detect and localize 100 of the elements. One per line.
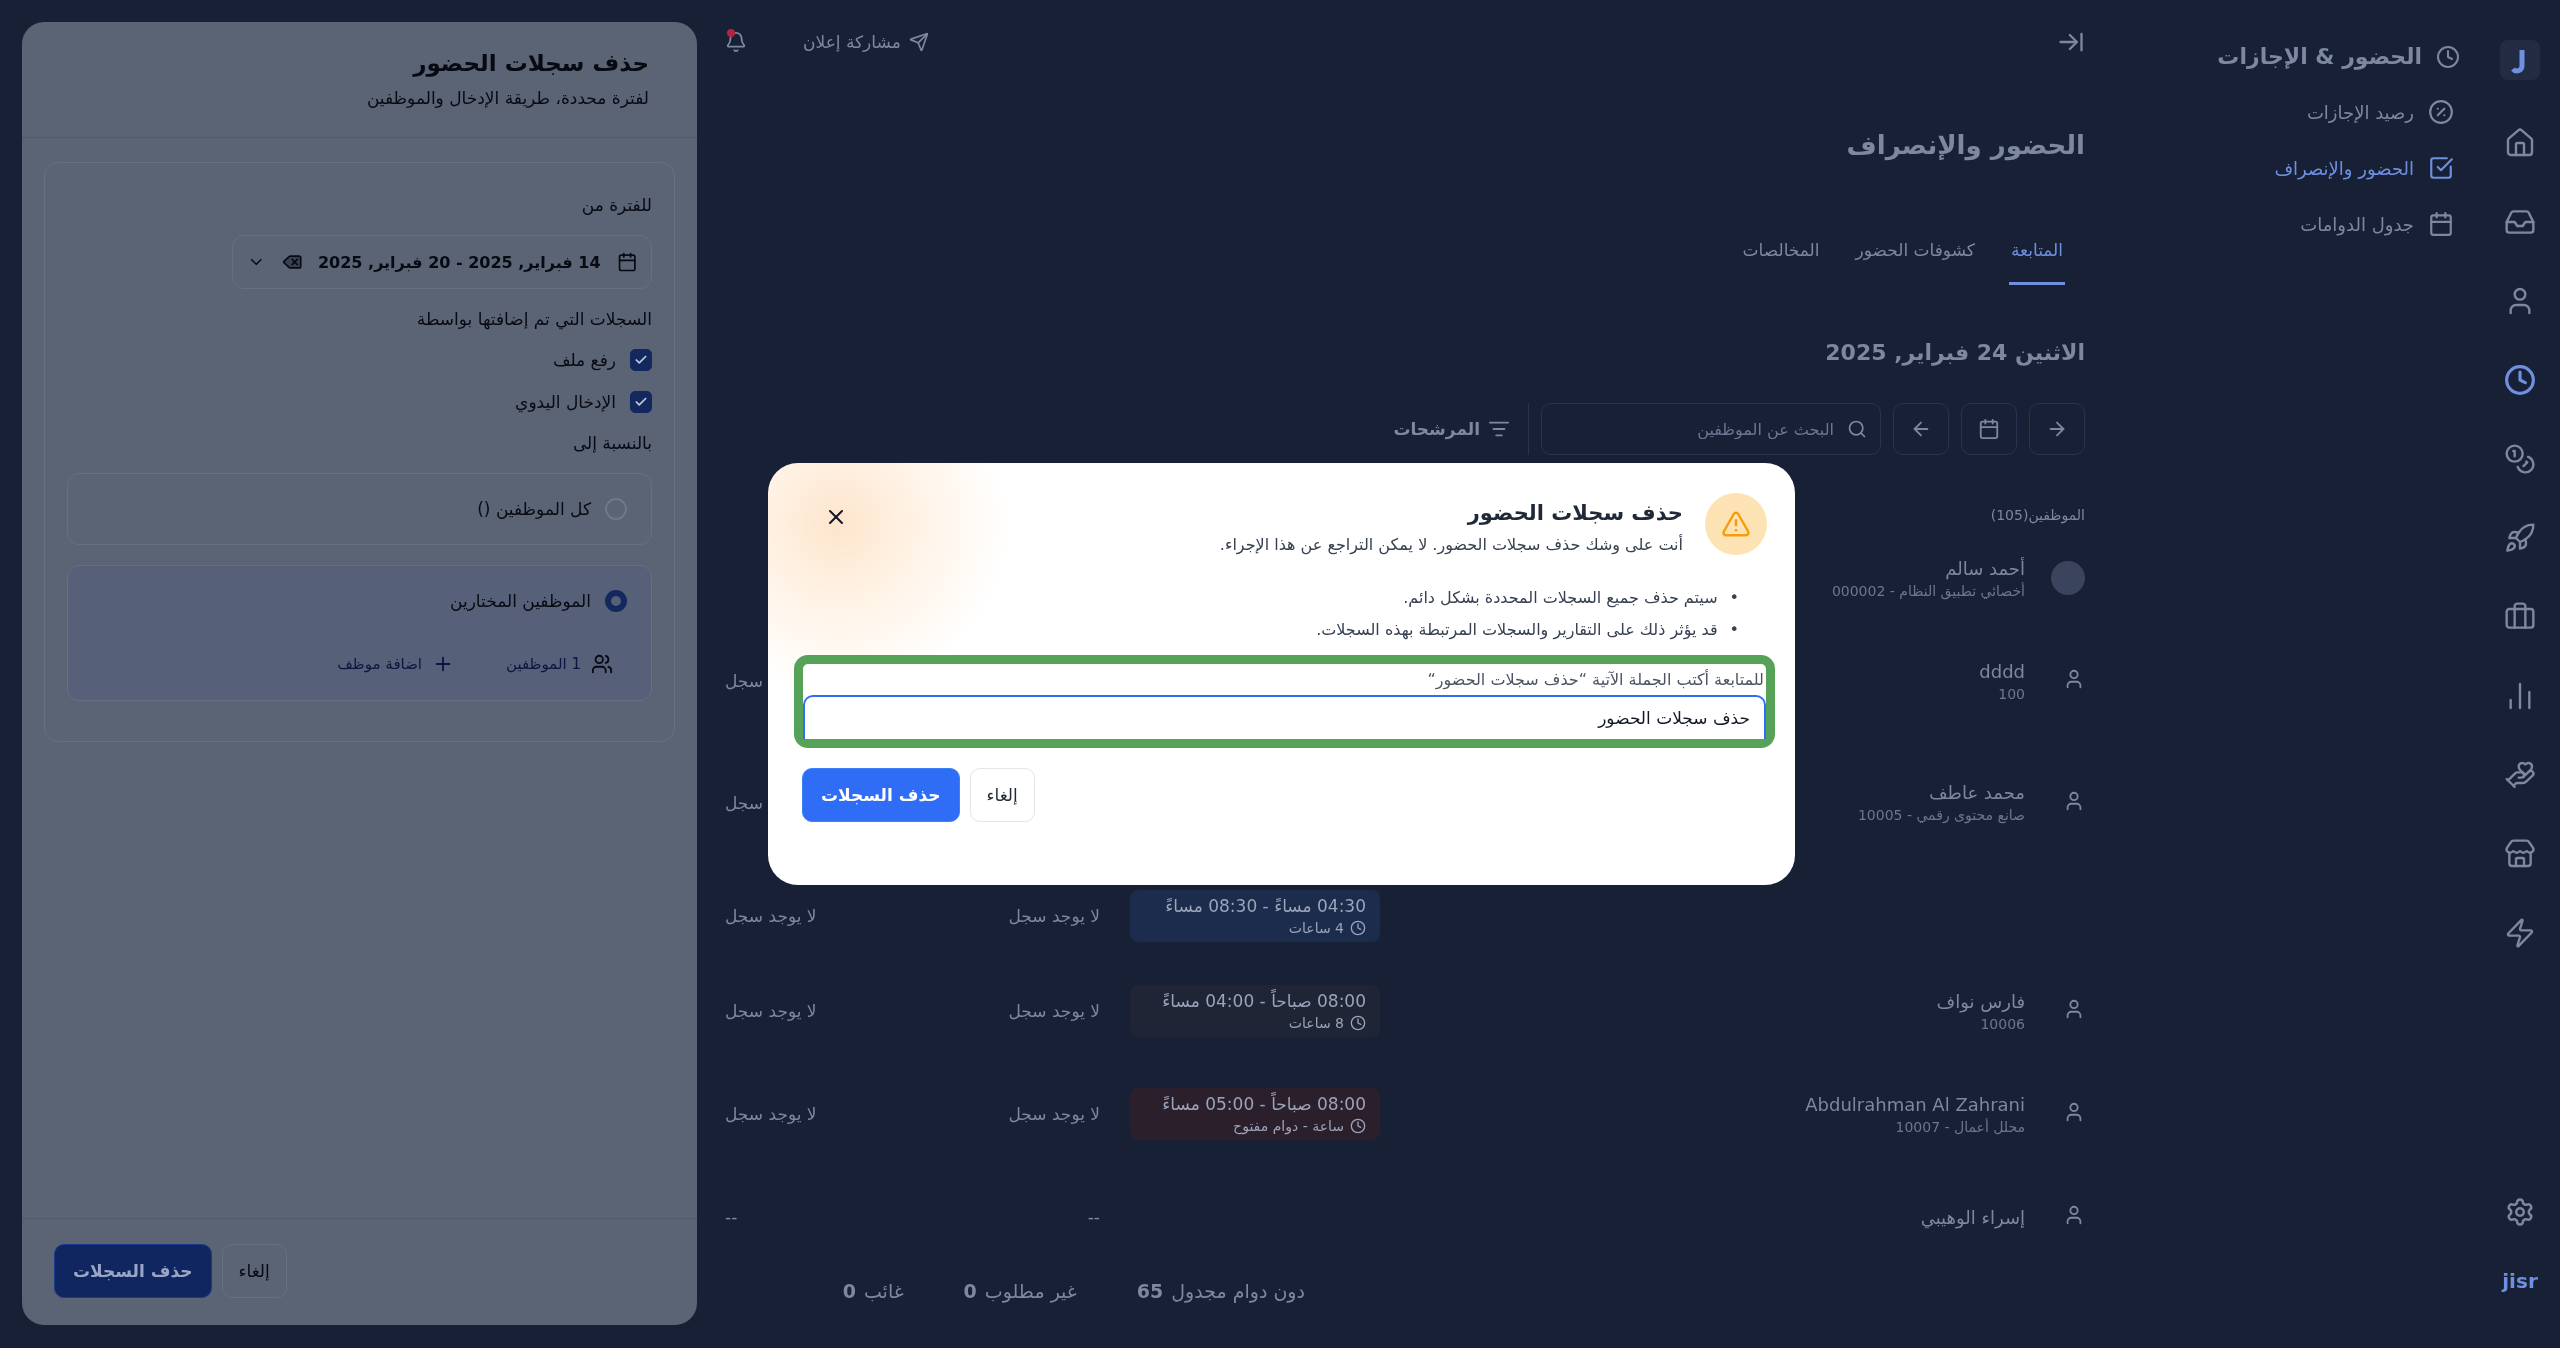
employee-name[interactable]: محمد عاطف [1928,782,2025,803]
employee-name[interactable]: dddd [1979,660,2025,682]
checkbox[interactable] [630,349,652,371]
employee-subtitle: 10006 [1980,1015,2025,1032]
clock-icon[interactable] [2504,364,2536,396]
calendar-icon [616,251,637,273]
users-icon [591,653,613,675]
date-range-field[interactable]: 14 فبراير, 2025 - 20 فبراير, 2025 [232,235,652,289]
check-icon [634,353,648,367]
table-cell: لا يوجد سجل [1008,906,1100,926]
delete-records-button[interactable]: حذف السجلات [54,1244,212,1298]
field-label: بالنسبة إلى [571,433,652,453]
employee-name[interactable]: أحمد سالم [1945,557,2025,579]
percent-icon [2428,99,2454,125]
radio-button[interactable] [605,590,627,612]
warning-triangle-icon [1721,509,1751,539]
calendar-icon [1978,418,2000,440]
table-cell: -- [725,1207,738,1227]
shift-duration: 8 ساعات [1288,1015,1344,1031]
option-label: كل الموظفين () [477,499,591,519]
check-icon [634,395,648,409]
tab[interactable]: المخالصات [1740,232,1822,285]
sidebar-title: الحضور & الإجازات [2217,44,2422,69]
rocket-icon[interactable] [2504,522,2536,554]
warning-item: سيتم حذف جميع السجلات المحددة بشكل دائم. [1403,587,1718,610]
sidebar-item[interactable]: رصيد الإجازات [2140,99,2460,125]
summary-value: 65 [1136,1280,1164,1302]
table-cell: لا يوجد سجل [1008,1001,1100,1021]
tab[interactable]: المتابعة [2008,232,2065,285]
logo-icon[interactable] [2500,40,2540,80]
lightning-icon[interactable] [2504,917,2536,949]
option-card[interactable]: كل الموظفين () [67,473,652,545]
announce-button[interactable]: مشاركة إعلان [797,31,935,53]
home-icon[interactable] [2504,127,2536,159]
settings-icon[interactable] [2505,1197,2535,1227]
checkbox-label: رفع ملف [552,350,616,370]
warning-item: قد يؤثر ذلك على التقارير والسجلات المرتبطة بهذه السجلات. [1316,619,1718,642]
employees-count: الموظفين(105) [1990,507,2085,523]
coins-icon[interactable] [2504,443,2536,475]
shift-duration: 4 ساعات [1288,920,1344,936]
shift-duration: ساعة - دوام مفتوح [1233,1118,1344,1134]
calendar-icon [2428,211,2454,237]
filter-button[interactable]: المرشحات [1375,403,1529,455]
table-cell: سجل [725,792,764,813]
confirm-prompt: للمتابعة أكتب الجملة الآتية “حذف سجلات الحضور“ [1426,668,1765,689]
summary-value: 0 [963,1280,977,1302]
summary-label: غير مطلوب [984,1280,1077,1302]
tab[interactable]: كشوفات الحضور [1853,232,1977,285]
employee-name[interactable]: فارس نواف [1936,990,2025,1012]
dialog-subtitle: أنت على وشك حذف سجلات الحضور. لا يمكن التراجع عن هذا الإجراء. [1218,535,1683,554]
clock-icon [2436,44,2460,69]
table-cell: -- [1087,1207,1100,1227]
calendar-button[interactable] [1961,403,2017,455]
shift-time: 08:00 صباحاً - 04:00 مساءً [1161,991,1366,1011]
checkbox-label: الإدخال اليدوي [515,392,616,412]
employee-subtitle: محلل أعمال - 10007 [1895,1118,2025,1135]
delete-records-button[interactable]: حذف السجلات [802,768,960,822]
employee-name[interactable]: إسراء الوهيبي [1920,1206,2025,1228]
hand-heart-icon[interactable] [2504,759,2536,791]
brand-logo: jisr [2502,1269,2538,1293]
table-cell: لا يوجد سجل [1008,1104,1100,1124]
summary-value: 0 [842,1280,856,1302]
clock-icon [1350,1015,1366,1031]
page-title: الحضور والإنصراف [1845,130,2085,160]
table-cell: لا يوجد سجل [725,906,817,926]
dialog-title: حذف سجلات الحضور [1466,501,1683,525]
search-field[interactable]: البحث عن الموظفين [1541,403,1881,455]
drawer-subtitle: لفترة محددة، طريقة الإدخال والموظفين [365,88,649,108]
add-employee-link[interactable]: اضافة موظف [331,652,461,676]
shift-time: 04:30 مساءً - 08:30 مساءً [1164,896,1366,916]
date-heading: الاثنين 24 فبراير, 2025 [1824,340,2085,365]
clock-icon [1350,1118,1366,1134]
check-square-icon [2428,155,2454,181]
confirm-input[interactable]: حذف سجلات الحضور [803,695,1766,739]
search-icon [1847,419,1867,439]
summary-label: غائب [863,1280,904,1302]
table-cell: لا يوجد سجل [725,1001,817,1021]
sidebar-item[interactable]: الحضور والإنصراف [2140,155,2460,181]
sidebar-item[interactable]: جدول الدوامات [2140,211,2460,237]
bell-icon[interactable] [725,31,747,53]
drawer-title: حذف سجلات الحضور [411,50,649,76]
checkbox[interactable] [630,391,652,413]
employee-name[interactable]: Abdulrahman Al Zahrani [1805,1093,2025,1115]
option-label: الموظفين المختارين [450,591,591,611]
field-label: للفترة من [580,195,652,215]
employees-link[interactable]: 1 الموظفين [500,652,619,676]
table-cell: سجل [725,671,764,691]
bullet-marker: • [1729,619,1739,641]
store-icon[interactable] [2504,838,2536,870]
cancel-button[interactable]: إلغاء [221,1244,287,1298]
clock-icon [1350,920,1366,936]
bullet-marker: • [1729,587,1739,609]
table-cell: لا يوجد سجل [725,1104,817,1124]
field-label: السجلات التي تم إضافتها بواسطة [415,309,652,329]
shift-time: 08:00 صباحاً - 05:00 مساءً [1161,1094,1366,1114]
employee-subtitle: 100 [1998,685,2025,702]
employee-subtitle: أخصائي تطبيق النظام - 000002 [1831,582,2025,599]
cancel-button[interactable]: إلغاء [969,768,1035,822]
option-card[interactable]: الموظفين المختارين 1 الموظفين اضافة موظف [67,565,652,701]
send-icon [908,32,929,52]
